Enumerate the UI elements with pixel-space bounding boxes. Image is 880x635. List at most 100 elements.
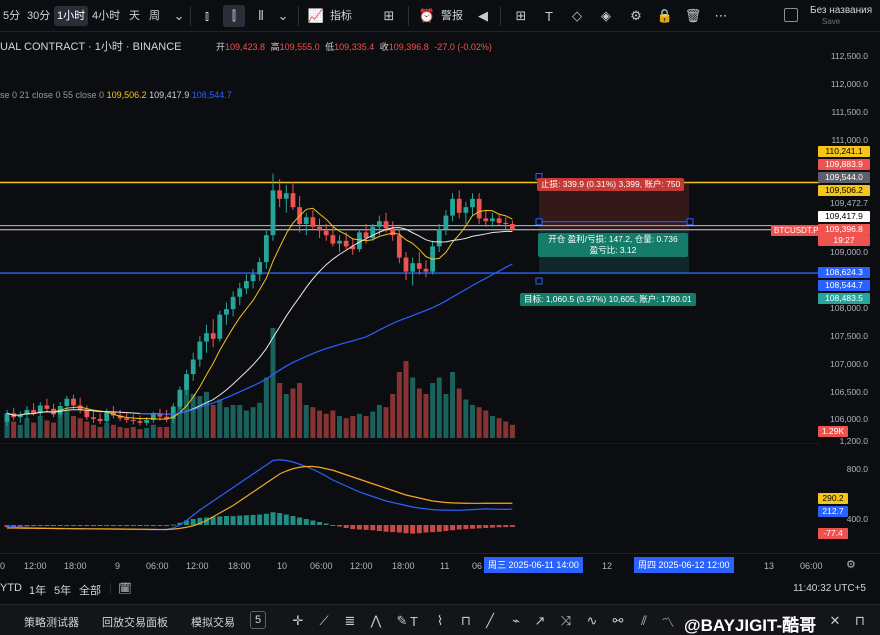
stop-loss-tag[interactable]: 止损: 339.9 (0.31%) 3,399, 账户: 750 [537,178,685,191]
position-info-tag[interactable]: 开仓 盈利/亏损: 147.2, 仓量: 0.736 盈亏比: 3.12 [538,233,688,257]
trendline-icon[interactable]: ⟋ [314,611,334,631]
range-end-label[interactable]: 周四 2025-06-12 12:00 [634,557,734,573]
ruler-icon[interactable]: ╱ [480,611,500,631]
templates-icon[interactable]: ⊞ [378,5,400,27]
macd-histogram-bar [450,525,456,531]
macd-histogram-bar [137,525,143,526]
take-profit-tag[interactable]: 目标: 1,060.5 (0.97%) 10,605, 账户: 1780.01 [520,293,696,306]
range-divider: | [109,582,112,594]
candle-body [463,207,469,213]
alert-button[interactable]: 警报 [441,7,463,23]
column-chart-icon[interactable]: ⫴ [250,5,272,27]
volume-bar [230,405,236,438]
price-badge: 109,883.9 [818,159,870,170]
range-5y-button[interactable]: 5年 [54,582,71,598]
volume-bar [117,427,123,438]
toolbar-divider [298,6,299,26]
lock-icon[interactable]: 🔒 [654,5,676,27]
wave-icon[interactable]: ∿ [582,611,602,631]
alarm-icon[interactable]: ⏰ [416,5,438,27]
fib-icon[interactable]: ≣ [340,611,360,631]
paint-bucket-icon[interactable]: ◈ [595,5,617,27]
last-price-badge: 109,396.8 [818,224,870,235]
text-icon[interactable]: T [404,611,424,631]
replay-icon[interactable]: ◀ [472,5,494,27]
workspace-title[interactable]: Без названия [810,5,872,16]
candle-body [343,240,349,247]
channel-icon[interactable]: ⫽ [634,611,654,631]
macd-histogram-bar [509,525,515,527]
timeframe-week[interactable]: 周 [146,6,163,26]
symbol-title[interactable]: UAL CONTRACT · 1小时 · BINANCE [0,38,182,54]
volume-bar [290,388,296,438]
candle-body [197,341,203,360]
trash-icon[interactable]: 🗑 [682,5,704,27]
candle-body [456,198,462,213]
range-all-button[interactable]: 全部 [79,582,101,598]
shapes-icon[interactable]: ⌇ [430,611,450,631]
bar-chart-icon[interactable]: ⫾ [196,5,218,27]
range-ytd-button[interactable]: YTD [0,582,22,594]
candle-body [303,217,309,224]
time-label: 12:00 [186,561,209,571]
macd-scale-label: 800.0 [846,464,868,474]
macd-histogram-bar [51,525,57,526]
magnet-icon[interactable]: ⊓ [850,611,870,631]
ray-icon[interactable]: ↗ [530,611,550,631]
position-info-line1: 开仓 盈利/亏损: 147.2, 仓量: 0.736 [548,234,678,244]
range-start-label[interactable]: 周三 2025-06-11 14:00 [484,557,583,573]
polyline-icon[interactable]: 〽 [658,611,678,631]
chevron-down-icon[interactable]: ⌄ [272,5,294,27]
settings-icon[interactable]: ⚙ [625,5,647,27]
paper-trading-tab[interactable]: 模拟交易 [191,614,235,630]
ma-indicator-legend[interactable]: se 0 21 close 0 55 close 0 109,506.2 109… [0,90,232,100]
timeframe-4h[interactable]: 4小时 [89,6,123,26]
clock[interactable]: 11:40:32 UTC+5 [793,583,866,594]
macd-line-badge: 212.7 [818,506,848,517]
timeframe-1h[interactable]: 1小时 [54,6,89,26]
candle-body [157,414,163,417]
candlestick-icon[interactable]: ⫿ [223,5,245,27]
candle-body [270,190,276,236]
range-1y-button[interactable]: 1年 [29,582,46,598]
candle-body [84,409,90,418]
workspace-save[interactable]: Save [822,17,840,26]
price-badge: 108,544.7 [818,280,870,291]
macd-histogram-bar [150,525,156,526]
fill-icon[interactable]: ◇ [566,5,588,27]
indicators-icon[interactable]: 📈 [305,5,327,27]
calendar-icon[interactable]: 🗓 [118,582,132,595]
measure-icon[interactable]: ⊓ [456,611,476,631]
volume-bar [376,405,382,438]
checkbox[interactable] [784,8,798,22]
timeframe-day[interactable]: 天 [126,6,143,26]
strategy-tester-tab[interactable]: 策略测试器 [24,614,79,630]
tab-count-badge[interactable]: 5 [250,611,267,629]
projection-icon[interactable]: ⤨ [556,611,576,631]
more-icon[interactable]: ⋯ [710,5,732,27]
macd-histogram-bar [90,525,96,527]
macd-pane[interactable] [0,443,880,553]
timeframe-30m[interactable]: 30分 [24,6,53,26]
candle-body [277,190,283,199]
crosshair-icon[interactable]: ✛ [288,611,308,631]
chevron-down-icon[interactable]: ⌄ [168,5,190,27]
volume-bar [184,388,190,438]
candle-body [483,218,489,222]
time-axis[interactable]: 0 12:00 18:00 9 06:00 12:00 18:00 10 06:… [0,553,880,575]
volume-bar [24,418,30,438]
timeframe-5m[interactable]: 5分 [0,6,23,26]
layout-grid-icon[interactable]: ⊞ [510,5,532,27]
volume-bar [396,372,402,438]
path-icon[interactable]: ⌁ [506,611,526,631]
volume-bar [297,383,303,438]
indicators-button[interactable]: 指标 [330,7,352,23]
volume-bar [489,416,495,438]
pattern-icon[interactable]: ⋀ [366,611,386,631]
position-icon[interactable]: ⚯ [608,611,628,631]
settings-icon[interactable]: ⚙ [846,558,856,571]
text-tool-icon[interactable]: T [538,5,560,27]
replay-panel-tab[interactable]: 回放交易面板 [102,614,168,630]
time-label: 13 [764,561,775,571]
eraser-icon[interactable]: ✕ [825,611,845,631]
